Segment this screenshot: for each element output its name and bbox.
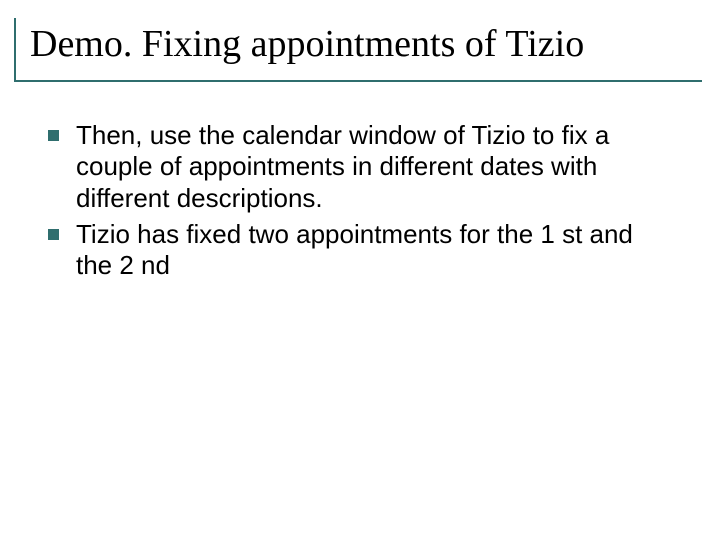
slide: Demo. Fixing appointments of Tizio Then,…: [0, 0, 720, 540]
square-bullet-icon: [48, 229, 59, 240]
slide-title: Demo. Fixing appointments of Tizio: [24, 18, 706, 76]
list-item: Tizio has fixed two appointments for the…: [48, 219, 666, 282]
square-bullet-icon: [48, 130, 59, 141]
title-border-left: [14, 18, 16, 82]
bullet-list: Then, use the calendar window of Tizio t…: [14, 120, 706, 283]
bullet-text: Then, use the calendar window of Tizio t…: [76, 120, 609, 213]
bullet-text: Tizio has fixed two appointments for the…: [76, 219, 633, 281]
title-border-bottom: [14, 80, 702, 82]
list-item: Then, use the calendar window of Tizio t…: [48, 120, 666, 215]
title-container: Demo. Fixing appointments of Tizio: [14, 18, 706, 82]
